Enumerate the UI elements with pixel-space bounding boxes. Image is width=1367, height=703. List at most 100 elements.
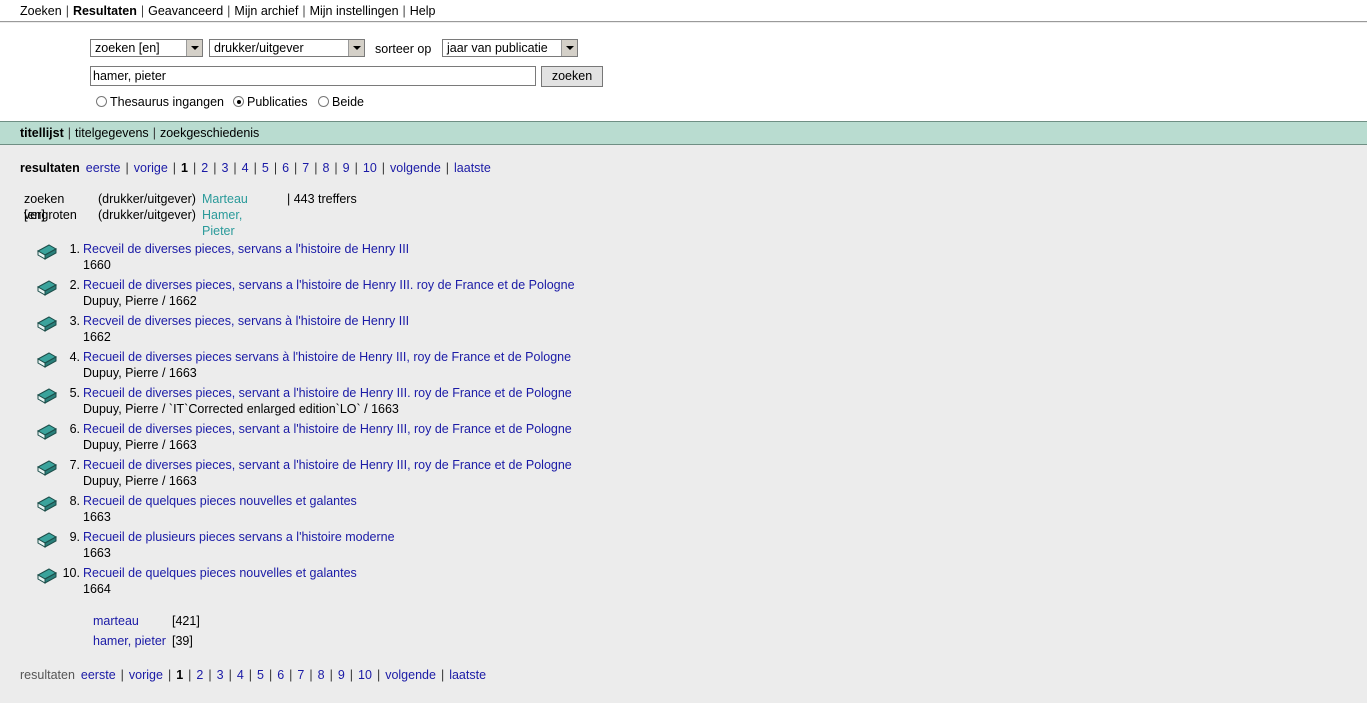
pager-separator: | [213,161,217,175]
pager-separator: | [445,161,450,175]
result-item: 1. Recveil de diverses pieces, servans a… [0,241,700,277]
book-icon [36,458,58,481]
pager-separator: | [273,161,278,175]
chevron-down-icon [186,40,202,56]
facet-link[interactable]: marteau [93,613,139,629]
pager-page-8[interactable]: 8 [322,161,329,175]
pager-page-5[interactable]: 5 [262,161,269,175]
pager-page-9[interactable]: 9 [343,161,350,175]
pager-page-7[interactable]: 7 [302,161,309,175]
menu-separator: | [227,4,231,18]
facet-link[interactable]: hamer, pieter [93,633,166,649]
pager-page-8[interactable]: 8 [318,668,325,682]
top-menu: Zoeken | Resultaten | Geavanceerd | Mijn archi… [0,0,1367,22]
query-hit-count: | 443 treffers [287,192,357,206]
pager-separator: | [289,668,293,682]
pager-page-4[interactable]: 4 [237,668,244,682]
pager-separator: | [120,668,124,682]
menu-resultaten[interactable]: Resultaten [73,4,137,18]
query-term-link[interactable]: Hamer, Pieter [202,207,242,239]
result-title-link[interactable]: Recueil de plusieurs pieces servans a l'… [83,529,395,545]
tab-titellijst[interactable]: titellijst [20,126,64,140]
menu-geavanceerd[interactable]: Geavanceerd [148,4,223,18]
pager-last[interactable]: laatste [454,161,491,175]
result-title-link[interactable]: Recueil de diverses pieces servans à l'h… [83,349,571,365]
pager-page-2[interactable]: 2 [196,668,203,682]
result-details: 1663 [83,546,111,560]
pager-first[interactable]: eerste [81,668,116,682]
menu-separator: | [302,4,306,18]
menu-mijn-archief[interactable]: Mijn archief [234,4,298,18]
radio-beide-label: Beide [332,95,364,109]
pager-separator: | [314,161,318,175]
result-number: 1. [69,242,80,256]
pager-next[interactable]: volgende [385,668,436,682]
radio-beide[interactable]: Beide [318,96,364,109]
search-button[interactable]: zoeken [541,66,603,87]
pager-page-9[interactable]: 9 [338,668,345,682]
pager-separator: | [248,668,253,682]
menu-separator: | [65,4,69,18]
scope-select-value: zoeken [en] [95,41,160,55]
result-item: 7. Recueil de diverses pieces, servant a… [0,457,700,493]
pager-page-6[interactable]: 6 [277,668,284,682]
tab-zoekgeschiedenis[interactable]: zoekgeschiedenis [160,126,259,140]
pager-page-6[interactable]: 6 [282,161,289,175]
search-input[interactable]: hamer, pieter [90,66,536,86]
result-item: 6. Recueil de diverses pieces, servant a… [0,421,700,457]
pager-page-10[interactable]: 10 [358,668,372,682]
pager-next[interactable]: volgende [390,161,441,175]
pager-separator: | [268,668,273,682]
book-icon [36,566,58,589]
pager-page-2[interactable]: 2 [201,161,208,175]
menu-mijn-instellingen[interactable]: Mijn instellingen [310,4,399,18]
pager-page-5[interactable]: 5 [257,668,264,682]
result-details: 1660 [83,258,111,272]
result-title-link[interactable]: Recueil de diverses pieces, servant a l'… [83,457,572,473]
pager-separator: | [125,161,129,175]
result-number: 7. [69,458,80,472]
result-number: 5. [69,386,80,400]
facet-count: [421] [172,614,200,628]
tab-titelgegevens[interactable]: titelgegevens [75,126,149,140]
pager-page-4[interactable]: 4 [242,161,249,175]
pager-last[interactable]: laatste [449,668,486,682]
pager-prev[interactable]: vorige [129,668,163,682]
menu-help[interactable]: Help [410,4,436,18]
pager-first[interactable]: eerste [86,161,121,175]
book-icon [36,386,58,409]
scope-select[interactable]: zoeken [en] [90,39,203,57]
book-icon [36,242,58,265]
field-select[interactable]: drukker/uitgever [209,39,365,57]
result-title-link[interactable]: Recueil de diverses pieces, servant a l'… [83,421,572,437]
facet-list: marteau [421] hamer, pieter [39] [93,613,293,653]
pager-separator: | [376,668,381,682]
result-item: 5. Recueil de diverses pieces, servant a… [0,385,700,421]
pager-bottom: resultaten eerste | vorige | 1 | 2 | 3 | 4 | 5 | 6 | 7 | 8 |… [20,668,486,682]
result-title-link[interactable]: Recueil de diverses pieces, servant a l'… [83,385,572,401]
pager-page-7[interactable]: 7 [297,668,304,682]
pager-prev[interactable]: vorige [134,161,168,175]
pager-page-3[interactable]: 3 [217,668,224,682]
pager-page-10[interactable]: 10 [363,161,377,175]
menu-zoeken[interactable]: Zoeken [20,4,62,18]
chevron-down-icon [561,40,577,56]
result-title-link[interactable]: Recueil de quelques pieces nouvelles et … [83,565,357,581]
query-term-link[interactable]: Marteau [202,191,248,207]
pager-separator: | [188,668,192,682]
radio-thesaurus-label: Thesaurus ingangen [110,95,224,109]
book-icon [36,530,58,553]
radio-publicaties[interactable]: Publicaties [233,96,307,109]
radio-thesaurus[interactable]: Thesaurus ingangen [96,96,224,109]
radio-circle-icon [96,96,107,107]
result-details: Dupuy, Pierre / 1663 [83,474,197,488]
pager-page-3[interactable]: 3 [221,161,228,175]
result-details: Dupuy, Pierre / `IT`Corrected enlarged e… [83,402,399,416]
sort-select[interactable]: jaar van publicatie [442,39,578,57]
result-title-link[interactable]: Recueil de quelques pieces nouvelles et … [83,493,357,509]
result-title-link[interactable]: Recveil de diverses pieces, servans à l'… [83,313,409,329]
result-title-link[interactable]: Recueil de diverses pieces, servans a l'… [83,277,575,293]
result-title-link[interactable]: Recveil de diverses pieces, servans a l'… [83,241,409,257]
pager-separator: | [228,668,232,682]
search-panel: zoeken [en] drukker/uitgever sorteer op … [0,23,1367,121]
